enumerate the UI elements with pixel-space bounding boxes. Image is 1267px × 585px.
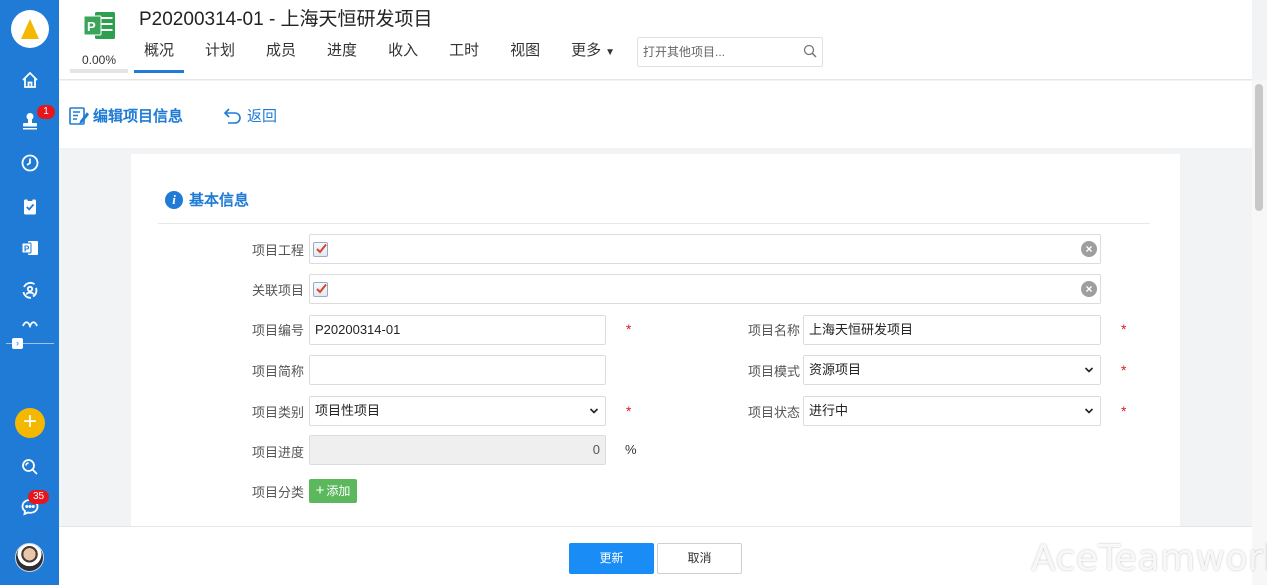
status-required-mark: * bbox=[1121, 403, 1127, 419]
tab-overview[interactable]: 概况 bbox=[133, 40, 185, 73]
project-search[interactable] bbox=[637, 37, 823, 67]
edit-project-info-label: 编辑项目信息 bbox=[93, 108, 184, 125]
project-logo-icon: P bbox=[83, 12, 115, 39]
mode-label: 项目模式 bbox=[748, 364, 801, 379]
form-toolbar: 编辑项目信息 返回 bbox=[59, 81, 1252, 148]
edit-project-info[interactable]: 编辑项目信息 bbox=[68, 105, 183, 126]
related-checkbox[interactable] bbox=[313, 282, 328, 297]
check-icon bbox=[316, 283, 327, 294]
add-classification-button[interactable]: + 添加 bbox=[309, 479, 357, 503]
update-button[interactable]: 更新 bbox=[569, 543, 654, 574]
team-cycle-icon[interactable] bbox=[19, 279, 41, 301]
clipboard-check-icon[interactable] bbox=[19, 195, 41, 217]
plus-icon: + bbox=[315, 482, 325, 499]
tab-members[interactable]: 成员 bbox=[266, 40, 296, 73]
chat-badge: 35 bbox=[28, 490, 50, 504]
category-required-mark: * bbox=[626, 403, 632, 419]
tab-income[interactable]: 收入 bbox=[388, 40, 418, 73]
code-input[interactable]: P20200314-01 bbox=[309, 315, 606, 345]
info-icon: i bbox=[165, 190, 183, 209]
svg-text:P: P bbox=[87, 19, 96, 34]
short-name-label: 项目简称 bbox=[252, 364, 305, 379]
engineering-label: 项目工程 bbox=[252, 243, 305, 258]
name-label: 项目名称 bbox=[748, 323, 801, 338]
clear-related-icon[interactable]: × bbox=[1081, 281, 1097, 297]
svg-text:P: P bbox=[24, 245, 30, 254]
home-icon[interactable] bbox=[19, 69, 41, 91]
tab-progress[interactable]: 进度 bbox=[327, 40, 357, 73]
category-label: 项目类别 bbox=[252, 405, 305, 420]
clear-engineering-icon[interactable]: × bbox=[1081, 241, 1097, 257]
short-name-input[interactable] bbox=[309, 355, 606, 385]
section-header: i 基本信息 bbox=[165, 189, 249, 210]
status-select[interactable]: 进行中 bbox=[803, 396, 1101, 426]
user-avatar[interactable] bbox=[15, 543, 44, 572]
cone-logo-icon bbox=[21, 19, 39, 39]
project-progress-bar bbox=[70, 69, 128, 73]
app-logo[interactable] bbox=[11, 10, 49, 48]
chevron-down-icon bbox=[1084, 367, 1094, 373]
category-value: 项目性项目 bbox=[315, 403, 381, 418]
back-label: 返回 bbox=[247, 108, 278, 125]
mode-select[interactable]: 资源项目 bbox=[803, 355, 1101, 385]
project-tabs: 概况 计划 成员 进度 收入 工时 视图 更多 ▼ bbox=[133, 40, 646, 73]
category-select[interactable]: 项目性项目 bbox=[309, 396, 606, 426]
mode-value: 资源项目 bbox=[809, 362, 862, 377]
project-search-input[interactable] bbox=[638, 38, 798, 66]
magnifier-icon[interactable] bbox=[802, 43, 818, 59]
mode-required-mark: * bbox=[1121, 362, 1127, 378]
progress-input: 0 bbox=[309, 435, 606, 465]
section-divider bbox=[158, 223, 1150, 224]
chevron-down-icon bbox=[589, 408, 599, 414]
progress-label: 项目进度 bbox=[252, 445, 305, 460]
classification-label: 项目分类 bbox=[252, 485, 305, 500]
left-sidebar: 1 P › + 35 bbox=[0, 0, 59, 585]
scrollbar-thumb[interactable] bbox=[1255, 84, 1263, 211]
sidebar-collapse-toggle[interactable]: › bbox=[12, 338, 23, 349]
status-value: 进行中 bbox=[809, 403, 849, 418]
project-header: P 0.00% P20200314-01 - 上海天恒研发项目 概况 计划 成员… bbox=[59, 0, 1252, 80]
status-label: 项目状态 bbox=[748, 405, 801, 420]
name-required-mark: * bbox=[1121, 321, 1127, 337]
related-field[interactable]: × bbox=[309, 274, 1101, 304]
code-label: 项目编号 bbox=[252, 323, 305, 338]
code-required-mark: * bbox=[626, 321, 632, 337]
quick-add-button[interactable]: + bbox=[15, 408, 45, 438]
name-input[interactable]: 上海天恒研发项目 bbox=[803, 315, 1101, 345]
more-apps-icon[interactable] bbox=[19, 318, 41, 330]
check-icon bbox=[316, 243, 327, 254]
chevron-down-icon bbox=[1084, 408, 1094, 414]
tab-plan[interactable]: 计划 bbox=[205, 40, 235, 73]
add-classification-label: 添加 bbox=[326, 484, 351, 498]
search-icon[interactable] bbox=[19, 456, 41, 478]
page-title: P20200314-01 - 上海天恒研发项目 bbox=[139, 9, 433, 30]
back-link[interactable]: 返回 bbox=[222, 105, 277, 126]
progress-unit: % bbox=[625, 442, 637, 457]
project-progress-text: 0.00% bbox=[82, 53, 117, 67]
tab-more[interactable]: 更多 ▼ bbox=[571, 40, 615, 73]
project-icon[interactable]: P bbox=[19, 237, 41, 259]
caret-down-icon: ▼ bbox=[605, 47, 616, 58]
edit-form-icon bbox=[69, 107, 89, 125]
watermark: AceTeamwork bbox=[1031, 538, 1267, 579]
section-title: 基本信息 bbox=[189, 192, 250, 209]
stamp-badge: 1 bbox=[37, 105, 55, 119]
undo-arrow-icon bbox=[223, 108, 241, 124]
basic-info-card: i 基本信息 项目工程 × 关联项目 × 项目编号 P20200314-01 *… bbox=[131, 154, 1180, 526]
related-label: 关联项目 bbox=[252, 283, 305, 298]
engineering-field[interactable]: × bbox=[309, 234, 1101, 264]
tab-worktime[interactable]: 工时 bbox=[449, 40, 479, 73]
cancel-button[interactable]: 取消 bbox=[657, 543, 742, 574]
clock-icon[interactable] bbox=[19, 152, 41, 174]
tab-view[interactable]: 视图 bbox=[510, 40, 540, 73]
engineering-checkbox[interactable] bbox=[313, 242, 328, 257]
tab-more-label: 更多 bbox=[571, 42, 602, 59]
